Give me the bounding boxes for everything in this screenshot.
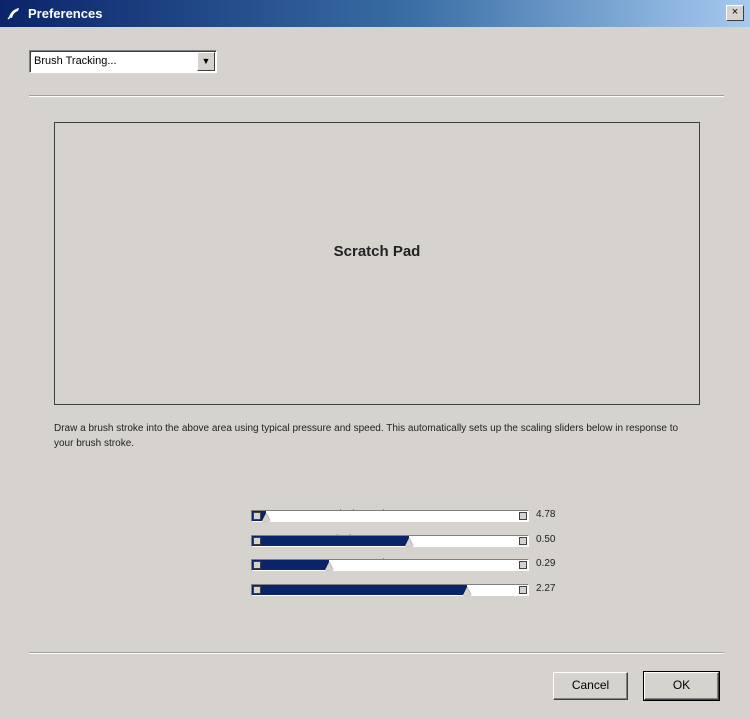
app-icon: [7, 8, 19, 20]
slider-thumb[interactable]: [405, 538, 413, 546]
top-divider: [29, 95, 724, 97]
slider-value: 2.27: [536, 583, 556, 594]
slider-increment-button[interactable]: [519, 537, 527, 545]
slider-decrement-button[interactable]: [253, 561, 261, 569]
scratch-pad-label: Scratch Pad: [333, 243, 421, 260]
close-button[interactable]: ×: [726, 5, 744, 21]
slider-track[interactable]: [251, 535, 529, 547]
preferences-category-select[interactable]: Brush Tracking... ▼: [29, 50, 217, 73]
help-text: Draw a brush stroke into the above area …: [54, 423, 679, 449]
slider-row: Velocity Power0.50: [140, 533, 590, 549]
scratch-pad[interactable]: Scratch Pad: [54, 122, 700, 405]
select-value: Brush Tracking...: [34, 55, 117, 67]
slider-fill: [252, 560, 329, 570]
slider-value: 4.78: [536, 509, 556, 520]
slider-decrement-button[interactable]: [253, 586, 261, 594]
close-icon: ×: [731, 6, 739, 18]
slider-thumb[interactable]: [463, 587, 471, 595]
cancel-button[interactable]: Cancel: [553, 672, 628, 700]
ok-button[interactable]: OK: [643, 671, 720, 701]
slider-track[interactable]: [251, 559, 529, 571]
title-bar[interactable]: Preferences ×: [0, 0, 750, 27]
slider-fill: [252, 585, 467, 595]
slider-row: Velocity Scale4.78: [140, 508, 590, 524]
slider-row: Pressure Power2.27: [140, 582, 590, 598]
slider-row: Pressure Scale0.29: [140, 557, 590, 573]
slider-track[interactable]: [251, 510, 529, 522]
window-title: Preferences: [28, 6, 103, 21]
slider-track[interactable]: [251, 584, 529, 596]
chevron-down-icon[interactable]: ▼: [197, 52, 215, 71]
slider-increment-button[interactable]: [519, 512, 527, 520]
slider-fill: [252, 536, 409, 546]
slider-increment-button[interactable]: [519, 561, 527, 569]
slider-decrement-button[interactable]: [253, 537, 261, 545]
slider-value: 0.50: [536, 534, 556, 545]
slider-decrement-button[interactable]: [253, 512, 261, 520]
slider-increment-button[interactable]: [519, 586, 527, 594]
slider-value: 0.29: [536, 558, 556, 569]
slider-thumb[interactable]: [262, 513, 270, 521]
bottom-divider: [29, 652, 724, 654]
slider-thumb[interactable]: [325, 562, 333, 570]
